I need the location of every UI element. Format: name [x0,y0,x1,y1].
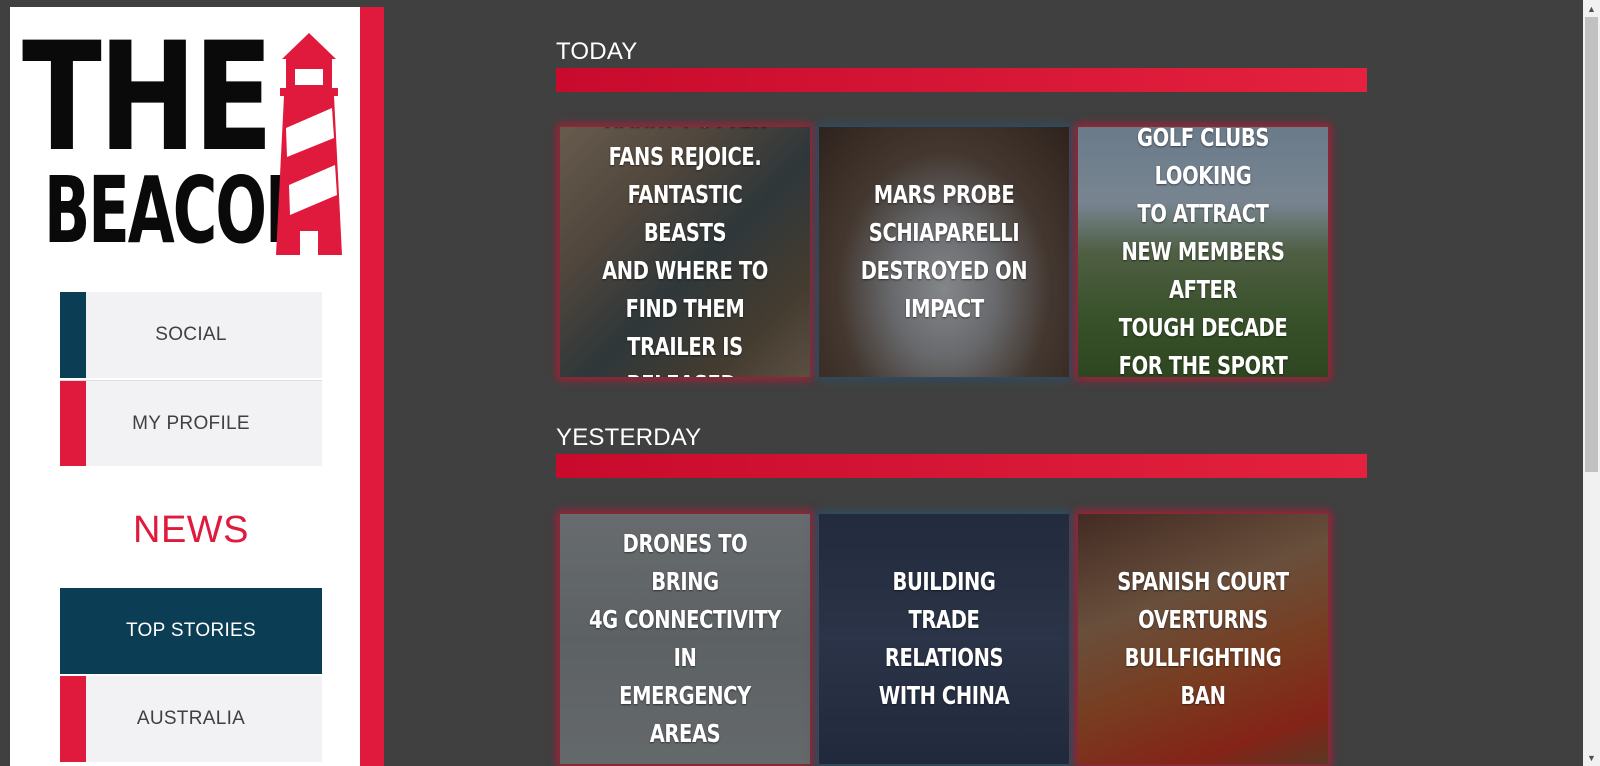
card-headline: SPANISH COURT OVERTURNS BULLFIGHTING BAN [1117,567,1289,710]
nav-social[interactable]: SOCIAL [60,292,322,378]
beacon-logo[interactable]: THE BEACON [22,23,348,261]
nav-label: SOCIAL [155,324,227,345]
nav-accent [60,292,86,378]
news-card-harry-potter[interactable]: HARRY POTTER FANS REJOICE. FANTASTIC BEA… [560,127,810,377]
card-headline: MARS PROBE SCHIAPARELLI DESTROYED ON IMP… [860,180,1028,323]
section-bar [556,454,1367,478]
logo-text-the: THE [22,11,273,185]
nav-label: TOP STORIES [125,620,256,641]
sidebar: THE BEACON SOCIAL MY PROFILE NEWS TOP ST… [10,7,384,766]
scroll-up-arrow-icon[interactable]: ▲ [1583,0,1600,17]
nav-label: AUSTRALIA [136,708,246,729]
news-card-drones[interactable]: DRONES TO BRING 4G CONNECTIVITY IN EMERG… [560,514,810,764]
section-title-yesterday: YESTERDAY [556,424,702,451]
nav-label: MY PROFILE [132,412,250,434]
nav-top-stories[interactable]: TOP STORIES [60,588,322,674]
nav-accent [60,676,86,762]
nav-accent [60,381,86,466]
news-card-mars-probe[interactable]: MARS PROBE SCHIAPARELLI DESTROYED ON IMP… [819,127,1069,377]
lighthouse-icon [276,33,342,255]
scroll-down-arrow-icon[interactable]: ▼ [1583,749,1600,766]
page-scrollbar[interactable]: ▲ ▼ [1583,0,1600,766]
news-card-trade-relations[interactable]: BUILDING TRADE RELATIONS WITH CHINA [819,514,1069,764]
section-bar [556,68,1367,92]
card-headline: GOLF CLUBS LOOKING TO ATTRACT NEW MEMBER… [1118,127,1288,377]
news-card-spanish-court[interactable]: SPANISH COURT OVERTURNS BULLFIGHTING BAN [1078,514,1328,764]
nav-my-profile[interactable]: MY PROFILE [60,380,322,466]
nav-australia[interactable]: AUSTRALIA [60,676,322,762]
news-heading: NEWS [133,509,249,551]
card-headline: HARRY POTTER FANS REJOICE. FANTASTIC BEA… [602,127,768,377]
sidebar-accent-strip [360,7,384,766]
section-title-today: TODAY [556,38,638,65]
scroll-thumb[interactable] [1585,17,1598,472]
news-card-golf-clubs[interactable]: GOLF CLUBS LOOKING TO ATTRACT NEW MEMBER… [1078,127,1328,377]
card-headline: BUILDING TRADE RELATIONS WITH CHINA [878,567,1010,710]
card-headline: DRONES TO BRING 4G CONNECTIVITY IN EMERG… [588,529,782,748]
